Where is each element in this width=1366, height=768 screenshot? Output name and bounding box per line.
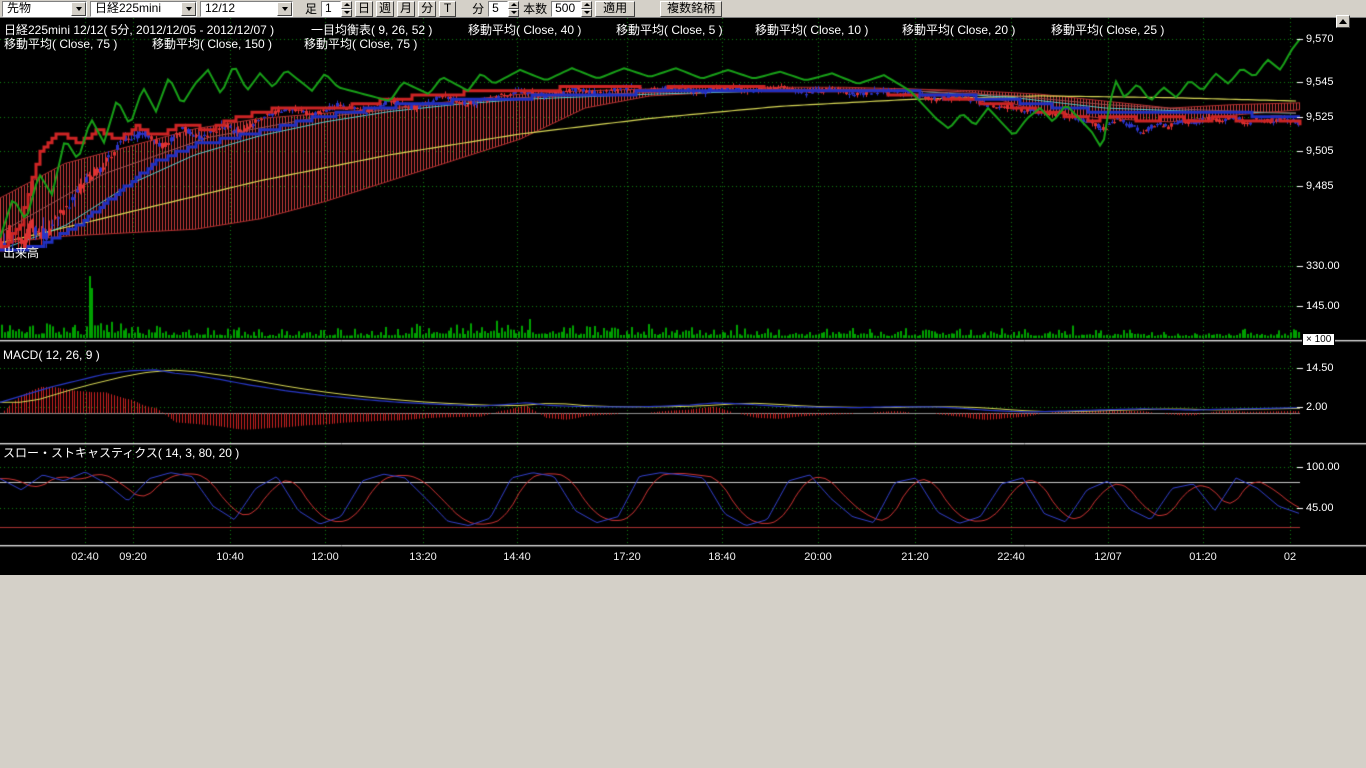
down-arrow-icon (584, 11, 590, 14)
contract-month-dropdown-button[interactable] (277, 2, 292, 16)
chevron-down-icon (282, 7, 288, 11)
timeframe-tick-button[interactable]: T (439, 1, 456, 17)
up-arrow-icon (584, 3, 590, 6)
spin-up-button[interactable] (341, 1, 352, 9)
chevron-down-icon (76, 7, 82, 11)
instrument-type-dropdown-button[interactable] (71, 2, 86, 16)
timeframe-day-button[interactable]: 日 (355, 1, 373, 17)
timeframe-minute-button[interactable]: 分 (418, 1, 436, 17)
spin-down-button[interactable] (341, 9, 352, 17)
contract-month-value: 12/12 (201, 2, 277, 16)
bar-count-spinner[interactable]: 500 (551, 1, 592, 17)
chevron-down-icon (186, 7, 192, 11)
minute-spinner[interactable]: 5 (488, 1, 519, 17)
scroll-up-button[interactable] (1336, 15, 1350, 28)
down-arrow-icon (344, 11, 350, 14)
spin-up-button[interactable] (508, 1, 519, 9)
bar-count-label: 本数 (522, 0, 548, 17)
spin-up-button[interactable] (581, 1, 592, 9)
toolbar: 先物 日経225mini 12/12 足 1 日 週 月 分 T 分 5 本数 … (0, 0, 1366, 18)
symbol-value: 日経225mini (91, 2, 181, 16)
chart-canvas[interactable] (0, 18, 1366, 575)
minute-label: 分 (471, 0, 485, 17)
minute-value: 5 (488, 1, 508, 17)
up-arrow-icon (1339, 19, 1347, 24)
multi-symbol-button[interactable]: 複数銘柄 (660, 1, 722, 17)
chart-area: 日経225mini 12/12( 5分, 2012/12/05 - 2012/1… (0, 18, 1366, 575)
symbol-combo[interactable]: 日経225mini (90, 1, 197, 17)
timeframe-week-button[interactable]: 週 (376, 1, 394, 17)
symbol-dropdown-button[interactable] (181, 2, 196, 16)
up-arrow-icon (511, 3, 517, 6)
bar-interval-spinner[interactable]: 1 (321, 1, 352, 17)
spin-down-button[interactable] (581, 9, 592, 17)
up-arrow-icon (344, 3, 350, 6)
spin-down-button[interactable] (508, 9, 519, 17)
bar-type-label: 足 (304, 0, 318, 17)
down-arrow-icon (511, 11, 517, 14)
instrument-type-value: 先物 (3, 2, 71, 16)
bar-count-value: 500 (551, 1, 581, 17)
contract-month-combo[interactable]: 12/12 (200, 1, 293, 17)
apply-button[interactable]: 適用 (595, 1, 635, 17)
timeframe-month-button[interactable]: 月 (397, 1, 415, 17)
instrument-type-combo[interactable]: 先物 (2, 1, 87, 17)
bar-interval-value: 1 (321, 1, 341, 17)
